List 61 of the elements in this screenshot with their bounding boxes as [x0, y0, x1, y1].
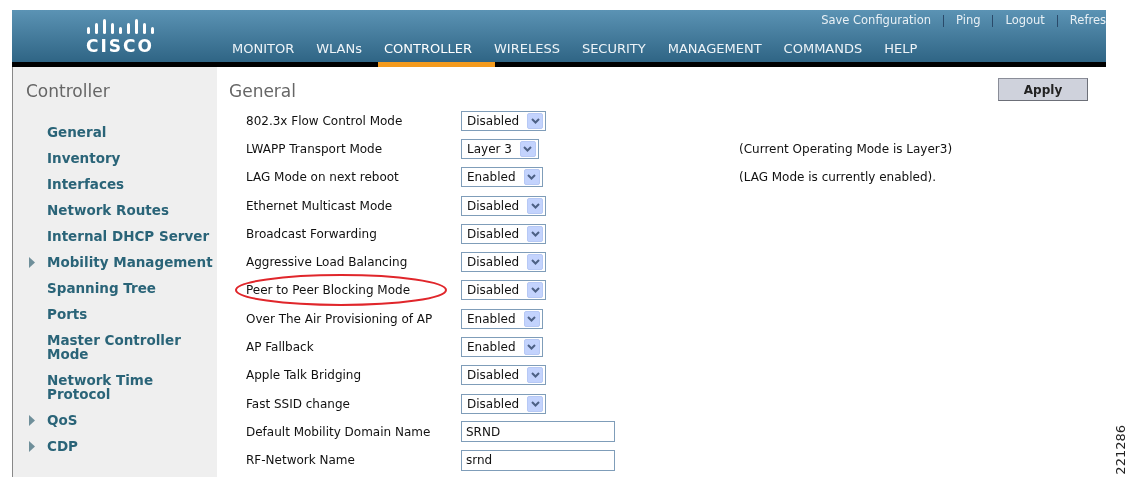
sidebar-item[interactable]: Mobility Management [47, 254, 215, 269]
sidebar-item[interactable]: Ports [47, 306, 215, 321]
nav-tab[interactable]: WLANs [316, 38, 362, 58]
apply-button[interactable]: Apply [998, 78, 1088, 101]
field-label: Ethernet Multicast Mode [245, 197, 394, 215]
nav-tab[interactable]: COMMANDS [783, 38, 863, 58]
sidebar-item[interactable]: Network Time Protocol [47, 372, 215, 401]
nav-tab[interactable]: HELP [884, 38, 918, 58]
nav-tab[interactable]: CONTROLLER [384, 38, 472, 58]
dropdown[interactable]: Disabled [461, 393, 547, 414]
page-title: General [229, 80, 296, 103]
dropdown[interactable]: Disabled [461, 252, 547, 273]
sidebar-title: Controller [25, 80, 111, 103]
input-field[interactable]: SRND [461, 421, 615, 443]
sidebar-item[interactable]: General [47, 124, 215, 139]
expand-arrow-icon[interactable] [29, 414, 35, 426]
dropdown[interactable]: Disabled [461, 195, 547, 216]
field-label: LAG Mode on next reboot [245, 169, 400, 187]
field-label: Over The Air Provisioning of AP [245, 310, 434, 328]
dropdown[interactable]: Enabled [461, 337, 543, 357]
field-label: RF-Network Name [245, 452, 356, 470]
sidebar-item[interactable]: Inventory [47, 150, 215, 165]
dropdown[interactable]: Disabled [461, 110, 547, 131]
field-label: 802.3x Flow Control Mode [245, 112, 404, 130]
expand-arrow-icon[interactable] [29, 256, 35, 268]
header-link[interactable]: Refres [1069, 12, 1106, 30]
sidebar-item[interactable]: Interfaces [47, 176, 215, 191]
logo-icon [86, 18, 154, 34]
nav-tab[interactable]: MANAGEMENT [667, 38, 762, 58]
status-note: (Current Operating Mode is Layer3) [739, 140, 953, 158]
nav-tab[interactable]: MONITOR [232, 38, 295, 58]
status-note: (LAG Mode is currently enabled). [739, 169, 936, 187]
field-label: Apple Talk Bridging [245, 367, 363, 385]
field-label: Aggressive Load Balancing [245, 254, 409, 272]
field-label: AP Fallback [245, 339, 315, 356]
input-field[interactable]: srnd [461, 449, 615, 471]
header-link[interactable]: Save Configuration [821, 12, 931, 30]
sidebar-item[interactable]: Internal DHCP Server [47, 228, 215, 243]
expand-arrow-icon[interactable] [29, 440, 35, 452]
field-label: LWAPP Transport Mode [245, 140, 384, 158]
field-label: Broadcast Forwarding [245, 225, 378, 243]
figure-number: 221286 [1114, 425, 1127, 475]
header-link[interactable]: Logout [1005, 12, 1045, 30]
dropdown[interactable]: Enabled [461, 308, 543, 329]
field-label: Default Mobility Domain Name [245, 423, 432, 441]
sidebar-item[interactable]: Spanning Tree [47, 280, 215, 295]
dropdown[interactable]: Disabled [461, 223, 547, 244]
sidebar-item[interactable]: QoS [47, 412, 215, 427]
field-label: Peer to Peer Blocking Mode [245, 282, 412, 300]
sidebar-item[interactable]: Master Controller Mode [47, 332, 215, 361]
nav-tab[interactable]: SECURITY [581, 38, 646, 58]
nav-tab[interactable]: WIRELESS [494, 38, 560, 58]
sidebar-item[interactable]: CDP [47, 438, 215, 453]
dropdown[interactable]: Enabled [461, 167, 543, 188]
dropdown[interactable]: Disabled [461, 280, 547, 301]
logo-text: CISCO [86, 37, 154, 55]
dropdown[interactable]: Disabled [461, 365, 547, 386]
sidebar-item[interactable]: Network Routes [47, 202, 215, 217]
field-label: Fast SSID change [245, 395, 351, 413]
dropdown[interactable]: Layer 3 [461, 138, 539, 159]
header-link[interactable]: Ping [956, 12, 981, 30]
